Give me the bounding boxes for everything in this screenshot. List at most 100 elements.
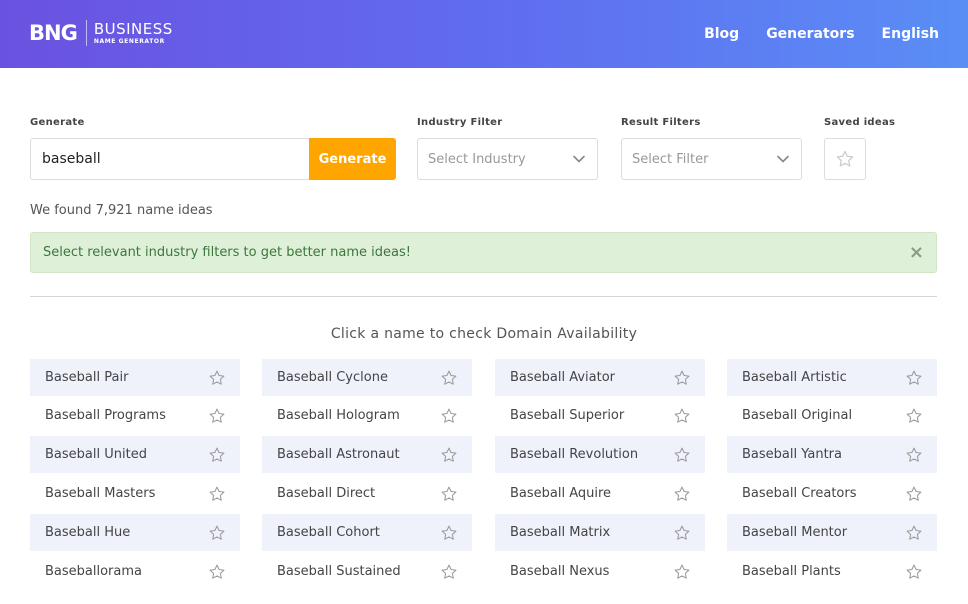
star-outline-icon[interactable] bbox=[208, 446, 226, 464]
name-idea-card[interactable]: Baseball Pair bbox=[30, 359, 240, 396]
alert-message: Select relevant industry filters to get … bbox=[43, 245, 411, 260]
saved-ideas-button[interactable] bbox=[824, 138, 866, 180]
star-outline-icon[interactable] bbox=[208, 563, 226, 581]
star-outline-icon[interactable] bbox=[673, 524, 691, 542]
name-idea-card[interactable]: Baseball Programs bbox=[30, 397, 240, 434]
domain-check-hint: Click a name to check Domain Availabilit… bbox=[330, 326, 638, 342]
close-icon[interactable]: × bbox=[909, 243, 924, 262]
star-outline-icon[interactable] bbox=[208, 524, 226, 542]
site-logo[interactable]: BNG BUSINESS NAME GENERATOR bbox=[29, 20, 173, 46]
star-outline-icon bbox=[836, 150, 854, 167]
name-idea-card[interactable]: Baseball Masters bbox=[30, 475, 240, 512]
star-outline-icon[interactable] bbox=[208, 369, 226, 387]
name-idea-card[interactable]: Baseball Aquire bbox=[495, 475, 705, 512]
name-idea-card[interactable]: Baseball Hue bbox=[30, 514, 240, 551]
name-idea-card[interactable]: Baseball Cohort bbox=[262, 514, 472, 551]
star-outline-icon[interactable] bbox=[905, 407, 923, 425]
name-idea-card[interactable]: Baseball Plants bbox=[727, 553, 937, 590]
logo-text: BUSINESS NAME GENERATOR bbox=[94, 21, 173, 46]
name-idea-card[interactable]: Baseball Original bbox=[727, 397, 937, 434]
star-outline-icon[interactable] bbox=[905, 563, 923, 581]
industry-filter-label: Industry Filter bbox=[417, 117, 503, 128]
name-idea-card[interactable]: Baseballorama bbox=[30, 553, 240, 590]
industry-select[interactable]: Select Industry bbox=[417, 138, 598, 180]
name-idea-card[interactable]: Baseball Artistic bbox=[727, 359, 937, 396]
name-idea-text: Baseball Superior bbox=[510, 408, 625, 423]
star-outline-icon[interactable] bbox=[208, 485, 226, 503]
name-idea-text: Baseball Aquire bbox=[510, 486, 612, 501]
name-idea-card[interactable]: Baseball Creators bbox=[727, 475, 937, 512]
name-idea-card[interactable]: Baseball Aviator bbox=[495, 359, 705, 396]
star-outline-icon[interactable] bbox=[905, 446, 923, 464]
star-outline-icon[interactable] bbox=[673, 446, 691, 464]
industry-select-placeholder: Select Industry bbox=[428, 151, 526, 167]
star-outline-icon[interactable] bbox=[905, 369, 923, 387]
name-idea-text: Baseballorama bbox=[45, 564, 142, 579]
name-idea-text: Baseball United bbox=[45, 447, 147, 462]
name-idea-card[interactable]: Baseball Direct bbox=[262, 475, 472, 512]
star-outline-icon[interactable] bbox=[905, 485, 923, 503]
results-count: We found 7,921 name ideas bbox=[30, 203, 213, 218]
star-outline-icon[interactable] bbox=[440, 407, 458, 425]
name-idea-text: Baseball Masters bbox=[45, 486, 156, 501]
chevron-down-icon bbox=[777, 155, 789, 163]
result-filter-label: Result Filters bbox=[621, 117, 701, 128]
result-select-placeholder: Select Filter bbox=[632, 151, 709, 167]
name-idea-text: Baseball Hologram bbox=[277, 408, 400, 423]
name-idea-text: Baseball Hue bbox=[45, 525, 131, 540]
star-outline-icon[interactable] bbox=[440, 446, 458, 464]
name-idea-text: Baseball Programs bbox=[45, 408, 166, 423]
name-idea-card[interactable]: Baseball Sustained bbox=[262, 553, 472, 590]
name-idea-card[interactable]: Baseball Superior bbox=[495, 397, 705, 434]
name-idea-text: Baseball Mentor bbox=[742, 525, 848, 540]
star-outline-icon[interactable] bbox=[440, 563, 458, 581]
name-idea-text: Baseball Revolution bbox=[510, 447, 639, 462]
industry-hint-alert: Select relevant industry filters to get … bbox=[30, 232, 937, 273]
name-idea-card[interactable]: Baseball Astronaut bbox=[262, 436, 472, 473]
star-outline-icon[interactable] bbox=[673, 485, 691, 503]
name-idea-card[interactable]: Baseball Mentor bbox=[727, 514, 937, 551]
star-outline-icon[interactable] bbox=[440, 524, 458, 542]
chevron-down-icon bbox=[573, 155, 585, 163]
name-idea-card[interactable]: Baseball Matrix bbox=[495, 514, 705, 551]
name-idea-card[interactable]: Baseball Revolution bbox=[495, 436, 705, 473]
name-idea-text: Baseball Plants bbox=[742, 564, 841, 579]
logo-divider bbox=[85, 20, 87, 46]
section-divider bbox=[30, 296, 937, 297]
name-idea-text: Baseball Original bbox=[742, 408, 853, 423]
saved-ideas-label: Saved ideas bbox=[824, 117, 896, 128]
generate-label: Generate bbox=[30, 117, 85, 128]
name-idea-text: Baseball Nexus bbox=[510, 564, 610, 579]
name-idea-card[interactable]: Baseball Hologram bbox=[262, 397, 472, 434]
nav-language[interactable]: English bbox=[882, 25, 939, 43]
star-outline-icon[interactable] bbox=[440, 369, 458, 387]
name-idea-text: Baseball Pair bbox=[45, 370, 129, 385]
star-outline-icon[interactable] bbox=[440, 485, 458, 503]
result-filter-select[interactable]: Select Filter bbox=[621, 138, 802, 180]
name-idea-text: Baseball Direct bbox=[277, 486, 376, 501]
name-idea-text: Baseball Aviator bbox=[510, 370, 616, 385]
name-idea-text: Baseball Cohort bbox=[277, 525, 380, 540]
name-idea-card[interactable]: Baseball United bbox=[30, 436, 240, 473]
star-outline-icon[interactable] bbox=[673, 407, 691, 425]
name-idea-text: Baseball Creators bbox=[742, 486, 857, 501]
name-idea-card[interactable]: Baseball Cyclone bbox=[262, 359, 472, 396]
name-idea-card[interactable]: Baseball Yantra bbox=[727, 436, 937, 473]
name-idea-text: Baseball Yantra bbox=[742, 447, 842, 462]
logo-title: BUSINESS bbox=[93, 19, 173, 38]
name-idea-card[interactable]: Baseball Nexus bbox=[495, 553, 705, 590]
star-outline-icon[interactable] bbox=[673, 369, 691, 387]
nav-blog[interactable]: Blog bbox=[704, 25, 739, 43]
keyword-search-input[interactable] bbox=[30, 138, 310, 180]
logo-subtitle: NAME GENERATOR bbox=[93, 37, 165, 45]
name-idea-text: Baseball Artistic bbox=[742, 370, 847, 385]
logo-mark: BNG bbox=[29, 21, 78, 45]
name-idea-text: Baseball Matrix bbox=[510, 525, 611, 540]
star-outline-icon[interactable] bbox=[673, 563, 691, 581]
star-outline-icon[interactable] bbox=[905, 524, 923, 542]
nav-generators[interactable]: Generators bbox=[766, 25, 854, 43]
name-idea-text: Baseball Sustained bbox=[277, 564, 401, 579]
top-header: BNG BUSINESS NAME GENERATOR Blog Generat… bbox=[0, 0, 968, 68]
generate-button[interactable]: Generate bbox=[309, 138, 396, 180]
star-outline-icon[interactable] bbox=[208, 407, 226, 425]
